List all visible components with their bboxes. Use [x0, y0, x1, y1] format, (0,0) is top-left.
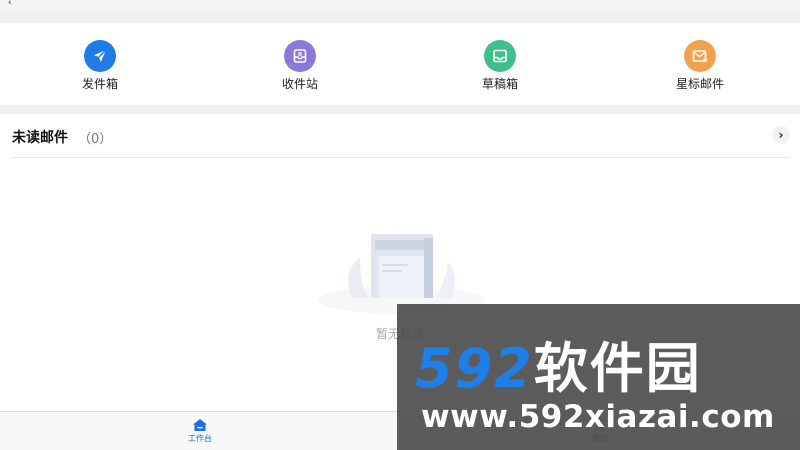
home-icon: [193, 419, 207, 431]
watermark-number: 592: [415, 337, 534, 400]
chevron-right-icon[interactable]: ›: [772, 126, 790, 144]
section-divider: [0, 105, 800, 114]
top-header-strip: ‹: [0, 0, 800, 13]
quick-action-label: 发件箱: [81, 77, 118, 91]
mail-workbench-page: ‹ 发件箱 收件站 草稿箱 星标邮件 未读邮件 （0） › 工作台 592软件园…: [0, 0, 800, 450]
quick-action-inbox[interactable]: 收件站: [200, 23, 400, 105]
quick-action-starred[interactable]: 星标邮件: [600, 23, 800, 105]
unread-divider: [12, 157, 790, 158]
unread-mail-title: 未读邮件: [12, 130, 68, 146]
watermark-url: www.592xiazai.com: [421, 399, 775, 435]
unread-mail-header[interactable]: 未读邮件 （0） ›: [0, 114, 800, 157]
send-icon: [84, 40, 116, 72]
watermark-logo: 592软件园: [415, 324, 702, 403]
quick-action-label: 草稿箱: [481, 77, 518, 91]
draft-tray-icon: [484, 40, 516, 72]
quick-action-outbox[interactable]: 发件箱: [0, 23, 200, 105]
quick-actions-row: 发件箱 收件站 草稿箱 星标邮件: [0, 23, 800, 105]
watermark-overlay: 592软件园 www.592xiazai.com: [397, 304, 800, 450]
star-mail-icon: [684, 40, 716, 72]
quick-action-drafts[interactable]: 草稿箱: [400, 23, 600, 105]
unread-mail-count: （0）: [78, 132, 113, 147]
tab-label: 工作台: [188, 434, 212, 443]
tab-workbench[interactable]: 工作台: [0, 412, 400, 450]
section-divider: [0, 13, 800, 23]
quick-action-label: 收件站: [281, 77, 318, 91]
back-icon[interactable]: ‹: [8, 0, 12, 8]
quick-action-label: 星标邮件: [675, 77, 724, 91]
watermark-brand: 软件园: [533, 337, 702, 400]
inbox-icon: [284, 40, 316, 72]
